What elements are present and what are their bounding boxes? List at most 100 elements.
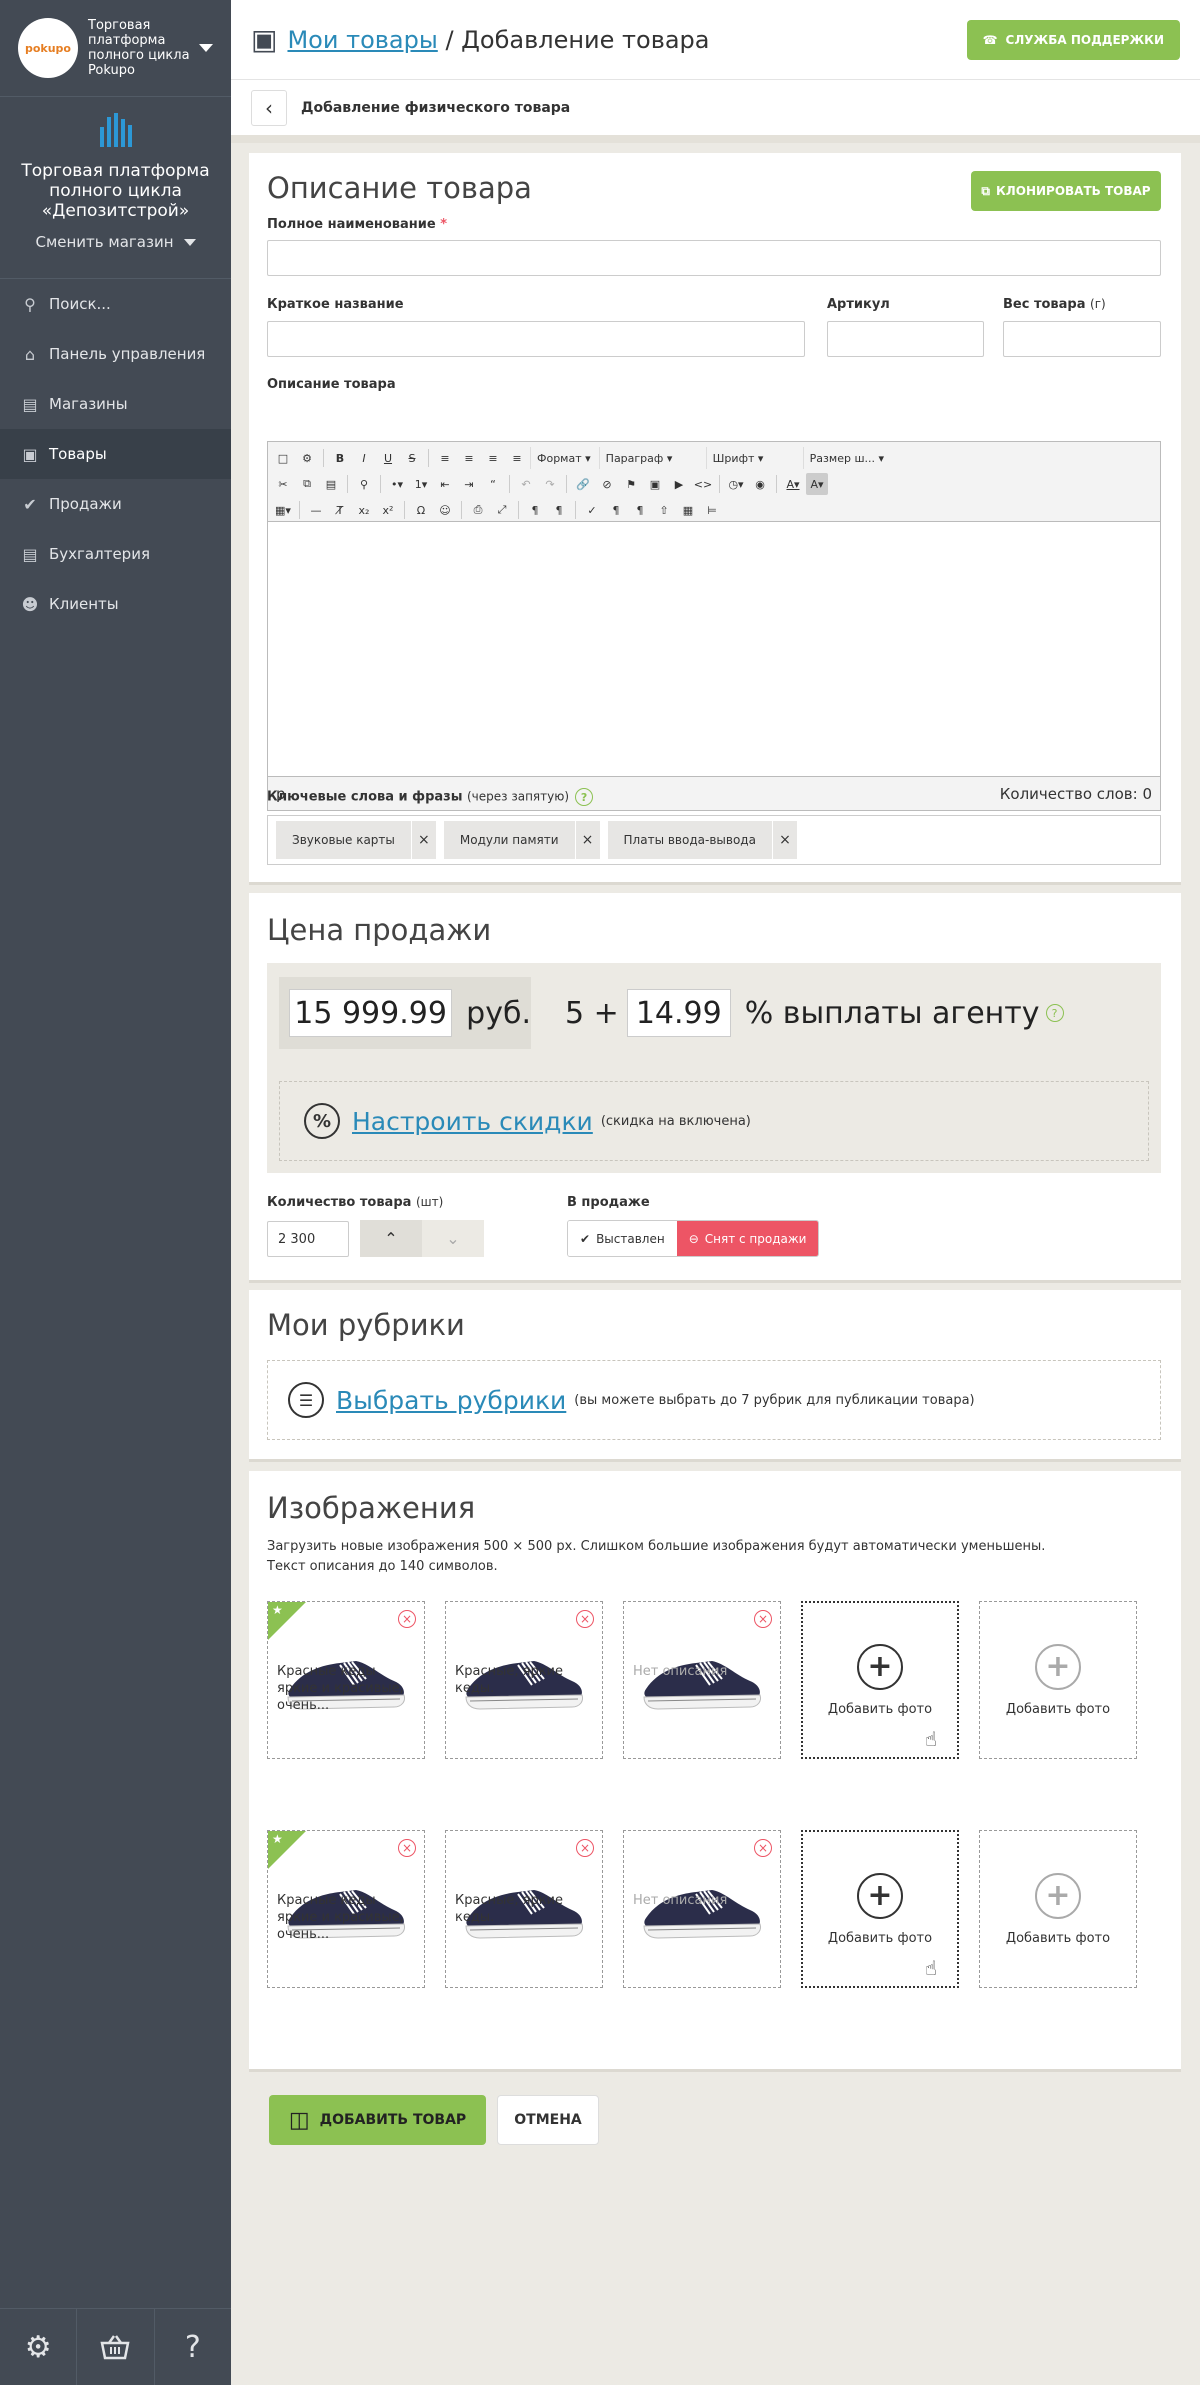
nav-item-products[interactable]: ▣ Товары	[0, 429, 231, 479]
align-left-icon[interactable]: ≡	[434, 447, 456, 469]
change-store-dropdown[interactable]: Сменить магазин	[0, 233, 231, 251]
media-icon[interactable]: ▶	[668, 473, 690, 495]
agent-fee-input[interactable]: 14.99	[626, 989, 731, 1037]
price-input[interactable]: 15 999.99	[289, 989, 453, 1037]
nav-item-clients[interactable]: ☻ Клиенты	[0, 579, 231, 629]
paste-icon[interactable]: ▤	[320, 473, 342, 495]
add-photo-tile[interactable]: + Добавить фото	[979, 1601, 1137, 1759]
image-tile[interactable]: ×	[623, 1601, 781, 1759]
pagebreak-icon[interactable]: ⊨	[701, 499, 723, 521]
code-icon[interactable]: <>	[692, 473, 714, 495]
print-icon[interactable]: ⎙	[467, 499, 489, 521]
back-button[interactable]: ‹	[251, 89, 287, 126]
hr-icon[interactable]: —	[305, 499, 327, 521]
remove-image-icon[interactable]: ×	[398, 1839, 416, 1857]
clear-format-icon[interactable]: T̸	[329, 499, 351, 521]
text-color-icon[interactable]: A▾	[782, 473, 804, 495]
quantity-input[interactable]: 2 300	[267, 1221, 349, 1257]
fullscreen-icon[interactable]: ⤢	[491, 499, 513, 521]
superscript-icon[interactable]: x²	[377, 499, 399, 521]
breadcrumb-link-products[interactable]: Мои товары	[287, 26, 437, 54]
gears-icon[interactable]: ⚙	[0, 2309, 78, 2385]
anchor-icon[interactable]: ⚑	[620, 473, 642, 495]
remove-image-icon[interactable]: ×	[576, 1839, 594, 1857]
help-icon[interactable]: ?	[1045, 1004, 1064, 1022]
image-icon[interactable]: ▣	[644, 473, 666, 495]
increment-button[interactable]: ⌃	[360, 1220, 422, 1257]
add-photo-tile[interactable]: + Добавить фото ☝	[801, 1601, 959, 1759]
italic-icon[interactable]: I	[353, 447, 375, 469]
nav-item-dashboard[interactable]: ⌂ Панель управления	[0, 329, 231, 379]
status-unlisted-option[interactable]: ⊖ Снят с продажи	[676, 1221, 819, 1256]
add-product-button[interactable]: ◫ ДОБАВИТЬ ТОВАР	[269, 2095, 486, 2145]
undo-icon[interactable]: ↶	[515, 473, 537, 495]
visual-chars-icon[interactable]: ¶	[629, 499, 651, 521]
upload-icon[interactable]: ⇧	[653, 499, 675, 521]
copy-icon[interactable]: ⧉	[296, 473, 318, 495]
clone-product-button[interactable]: ⧉ КЛОНИРОВАТЬ ТОВАР	[971, 171, 1161, 211]
remove-image-icon[interactable]: ×	[398, 1610, 416, 1628]
paragraph-dropdown[interactable]: Параграф ▾	[598, 447, 704, 469]
support-button[interactable]: ☎ СЛУЖБА ПОДДЕРЖКИ	[966, 20, 1180, 60]
remove-tag-icon[interactable]: ×	[574, 821, 600, 859]
link-icon[interactable]: 🔗	[572, 473, 594, 495]
select-rubrics-link[interactable]: Выбрать рубрики	[336, 1386, 566, 1415]
add-photo-tile[interactable]: + Добавить фото	[979, 1830, 1137, 1988]
decrement-button[interactable]: ⌄	[422, 1220, 484, 1257]
short-name-input[interactable]	[267, 321, 805, 357]
font-size-dropdown[interactable]: Размер ш... ▾	[802, 447, 898, 469]
cut-icon[interactable]: ✂	[272, 473, 294, 495]
image-caption[interactable]: Нет описания	[633, 1892, 773, 1909]
full-name-input[interactable]	[267, 240, 1161, 276]
show-blocks-icon[interactable]: ¶	[605, 499, 627, 521]
image-caption[interactable]: Красные, яркие кеды.	[455, 1663, 595, 1697]
quote-icon[interactable]: “	[482, 473, 504, 495]
redo-icon[interactable]: ↷	[539, 473, 561, 495]
omega-icon[interactable]: Ω	[410, 499, 432, 521]
image-caption[interactable]: Красные, яркие кеды.	[455, 1892, 595, 1926]
preview-icon[interactable]: ◉	[749, 473, 771, 495]
remove-image-icon[interactable]: ×	[754, 1839, 772, 1857]
image-caption[interactable]: Нет описания	[633, 1663, 773, 1680]
align-right-icon[interactable]: ≡	[482, 447, 504, 469]
align-justify-icon[interactable]: ≡	[506, 447, 528, 469]
bg-color-icon[interactable]: A▾	[806, 473, 828, 495]
table-icon[interactable]: ▦▾	[272, 499, 294, 521]
remove-tag-icon[interactable]: ×	[410, 821, 436, 859]
bold-icon[interactable]: B	[329, 447, 351, 469]
image-tile[interactable]: ×	[623, 1830, 781, 1988]
new-doc-icon[interactable]: □	[272, 447, 294, 469]
outdent-icon[interactable]: ⇤	[434, 473, 456, 495]
weight-input[interactable]	[1003, 321, 1161, 357]
clock-icon[interactable]: ◷▾	[725, 473, 747, 495]
subscript-icon[interactable]: x₂	[353, 499, 375, 521]
sku-input[interactable]	[827, 321, 984, 357]
nav-item-accounting[interactable]: ▤ Бухгалтерия	[0, 529, 231, 579]
image-caption[interactable]: Красные кеды яркие и красивые, очень...	[277, 1663, 417, 1714]
help-icon[interactable]: ?	[155, 2309, 231, 2385]
indent-icon[interactable]: ⇥	[458, 473, 480, 495]
rtl-icon[interactable]: ¶	[548, 499, 570, 521]
bullet-list-icon[interactable]: •▾	[386, 473, 408, 495]
template-icon[interactable]: ▦	[677, 499, 699, 521]
settings-icon[interactable]: ⚙	[296, 447, 318, 469]
remove-image-icon[interactable]: ×	[576, 1610, 594, 1628]
help-icon[interactable]: ?	[575, 788, 594, 806]
remove-tag-icon[interactable]: ×	[771, 821, 797, 859]
numbered-list-icon[interactable]: 1▾	[410, 473, 432, 495]
font-dropdown[interactable]: Шрифт ▾	[705, 447, 801, 469]
underline-icon[interactable]: U	[377, 447, 399, 469]
emoji-icon[interactable]: ☺	[434, 499, 456, 521]
image-caption[interactable]: Красные кеды яркие и красивые, очень...	[277, 1892, 417, 1943]
keywords-input[interactable]: Звуковые карты × Модули памяти × Платы вво…	[267, 815, 1161, 865]
editor-body[interactable]	[268, 522, 1160, 772]
status-listed-option[interactable]: ✔ Выставлен	[568, 1221, 677, 1256]
remove-image-icon[interactable]: ×	[754, 1610, 772, 1628]
find-icon[interactable]: ⚲	[353, 473, 375, 495]
shop-switcher[interactable]: pokupo Торговая платформа полного цикла …	[0, 0, 231, 97]
unlink-icon[interactable]: ⊘	[596, 473, 618, 495]
basket-icon[interactable]	[77, 2309, 155, 2385]
add-photo-tile[interactable]: + Добавить фото ☝	[801, 1830, 959, 1988]
configure-discounts-link[interactable]: Настроить скидки	[352, 1107, 593, 1136]
align-center-icon[interactable]: ≡	[458, 447, 480, 469]
